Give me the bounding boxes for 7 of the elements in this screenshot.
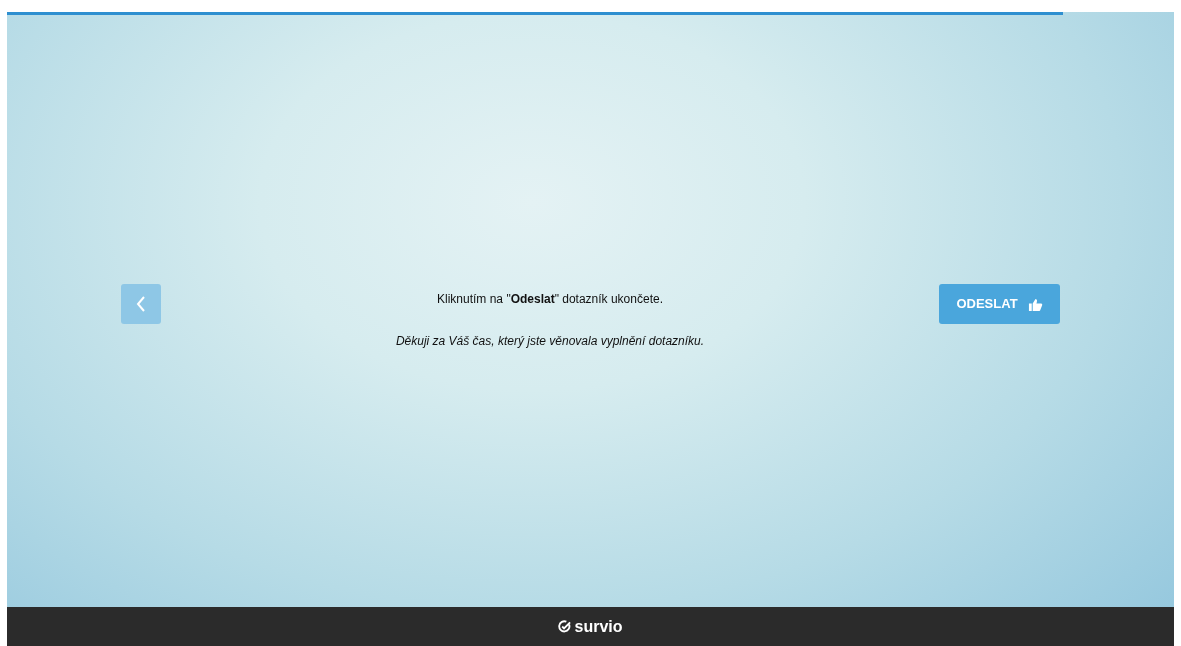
chevron-left-icon xyxy=(136,295,146,313)
submit-button[interactable]: ODESLAT xyxy=(939,284,1060,324)
thumbs-up-icon xyxy=(1027,296,1043,312)
instruction-text: Kliknutím na "Odeslat" dotazník ukončete. xyxy=(437,291,663,308)
back-button[interactable] xyxy=(121,284,161,324)
thanks-text: Děkuji za Váš čas, který jste věnovala vyplnění dotazníku. xyxy=(395,333,705,350)
brand-logo-text: survio xyxy=(574,616,623,637)
